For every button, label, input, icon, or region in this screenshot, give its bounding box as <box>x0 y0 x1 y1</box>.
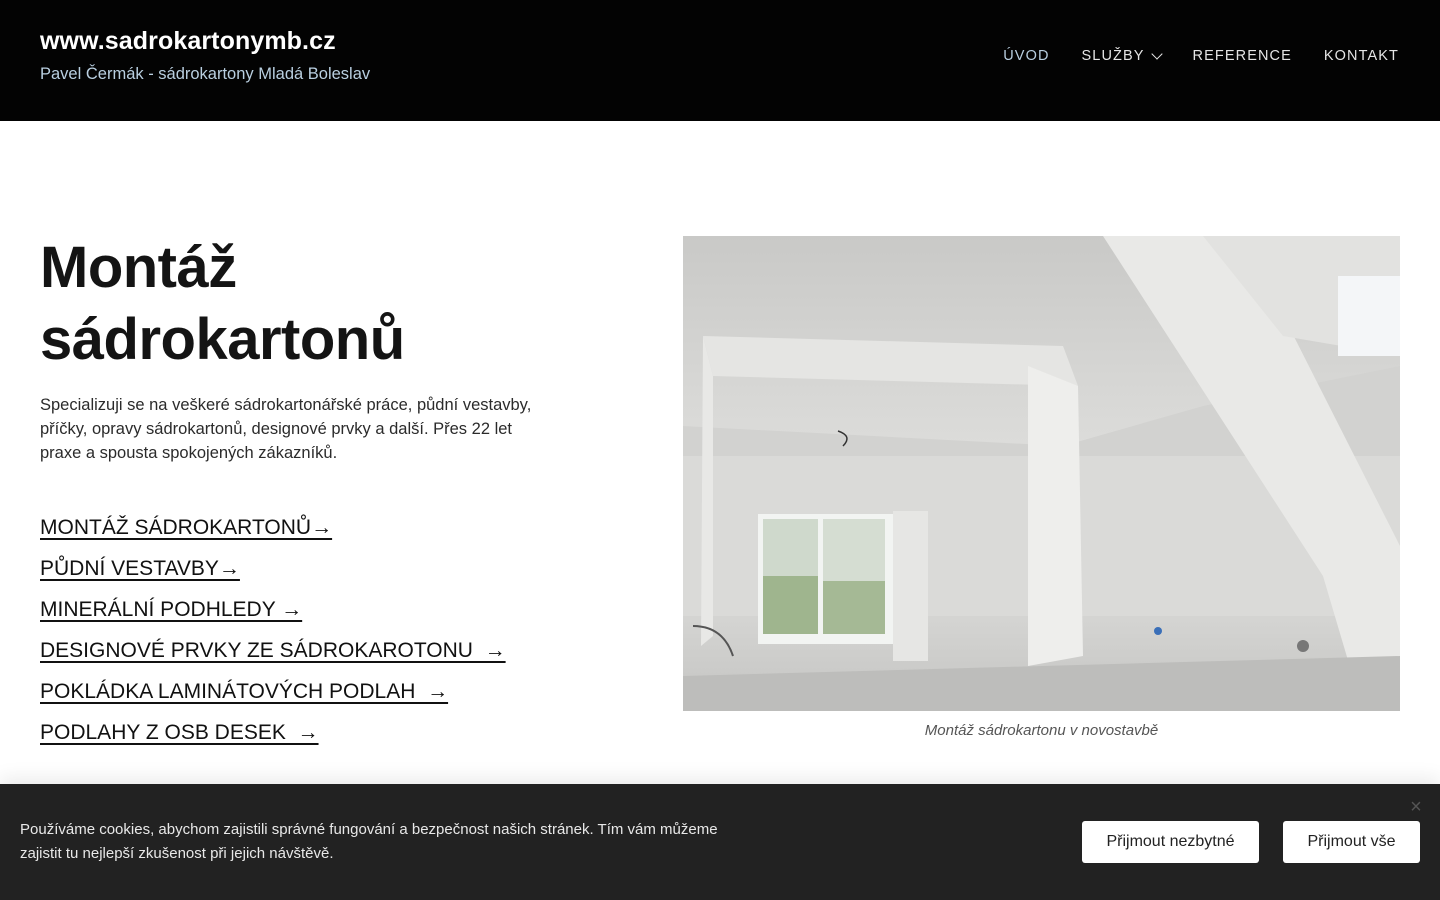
link-podlahy-z-osb-desek[interactable]: PODLAHY Z OSB DESEK → <box>40 719 506 747</box>
site-subtitle: Pavel Čermák - sádrokartony Mladá Bolesl… <box>40 65 371 83</box>
service-links: MONTÁŽ SÁDROKARTONŮ→ PŮDNÍ VESTAVBY→ MIN… <box>40 514 506 760</box>
page-title: Montáž sádrokartonů <box>40 232 600 376</box>
close-icon[interactable]: × <box>1407 797 1425 817</box>
site-title[interactable]: www.sadrokartonymb.cz <box>40 27 336 56</box>
accept-all-button[interactable]: Přijmout vše <box>1283 821 1420 863</box>
nav-item-label: KONTAKT <box>1323 48 1399 64</box>
page-title-line: sádrokartonů <box>40 307 405 372</box>
intro-text: Specializuji se na veškeré sádrokartonář… <box>40 396 532 462</box>
link-designove-prvky[interactable]: DESIGNOVÉ PRVKY ZE SÁDROKAROTONU → <box>40 637 506 665</box>
nav-item-uvod[interactable]: ÚVOD <box>1003 48 1049 64</box>
nav-item-label: REFERENCE <box>1192 48 1292 64</box>
cookie-text: Používáme cookies, abychom zajistili spr… <box>20 821 718 862</box>
accept-necessary-button[interactable]: Přijmout nezbytné <box>1082 821 1259 863</box>
chevron-down-icon <box>1150 48 1163 60</box>
page-title-line: Montáž <box>40 235 237 300</box>
cookie-banner: × Používáme cookies, abychom zajistili s… <box>0 784 1440 900</box>
site-header: www.sadrokartonymb.cz Pavel Čermák - sád… <box>0 0 1440 121</box>
main-nav: ÚVOD SLUŽBY REFERENCE KONTAKT <box>971 48 1399 64</box>
photo-caption: Montáž sádrokartonu v novostavbě <box>924 722 1159 739</box>
nav-item-sluzby[interactable]: SLUŽBY <box>1081 48 1163 64</box>
link-montaz-sadrokartonu[interactable]: MONTÁŽ SÁDROKARTONŮ→ <box>40 514 506 542</box>
nav-item-kontakt[interactable]: KONTAKT <box>1324 48 1399 64</box>
nav-item-label: ÚVOD <box>1003 48 1050 64</box>
nav-item-label: SLUŽBY <box>1081 48 1145 64</box>
link-pudni-vestavby[interactable]: PŮDNÍ VESTAVBY→ <box>40 555 506 583</box>
link-pokladka-laminatovych-podlah[interactable]: POKLÁDKA LAMINÁTOVÝCH PODLAH → <box>40 678 506 706</box>
link-mineralni-podhledy[interactable]: MINERÁLNÍ PODHLEDY → <box>40 596 506 624</box>
hero-photo <box>683 236 1400 711</box>
interior-photo-illustration <box>683 236 1400 711</box>
nav-item-reference[interactable]: REFERENCE <box>1193 48 1292 64</box>
